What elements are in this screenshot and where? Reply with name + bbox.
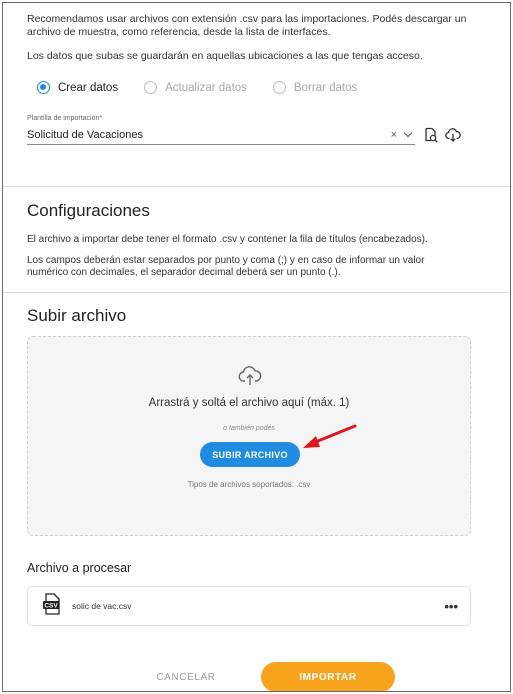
file-list-item: CSV solic de vac.csv ••• [27,586,471,626]
clear-icon[interactable]: × [391,129,397,141]
radio-label: Borrar datos [293,81,358,94]
search-document-icon[interactable] [423,127,439,148]
import-dialog: Recomendamos usar archivos con extensión… [2,2,511,692]
more-options-icon[interactable]: ••• [444,599,458,614]
cloud-upload-icon [238,365,262,392]
radio-crear-datos[interactable]: Crear datos [37,81,118,94]
radio-unselected-icon[interactable] [272,81,286,94]
csv-file-icon: CSV [42,592,62,620]
radio-borrar-datos[interactable]: Borrar datos [272,81,358,94]
upload-file-button[interactable]: SUBIR ARCHIVO [200,442,300,467]
radio-unselected-icon[interactable] [144,81,158,94]
radio-selected-icon[interactable] [37,81,50,94]
supported-types-text: Tipos de archivos soportados: .csv [187,480,311,489]
mode-radio-group: Crear datos Actualizar datos Borrar dato… [37,81,383,94]
cancel-button[interactable]: CANCELAR [131,664,241,690]
template-select-value: Solicitud de Vacaciones [27,128,143,141]
template-select[interactable]: Solicitud de Vacaciones × [27,125,415,145]
file-name: solic de vac.csv [72,601,132,611]
template-field-label: Plantilla de importación* [27,115,103,122]
intro-access-note: Los datos que subas se guardarán en aque… [27,50,423,62]
config-title: Configuraciones [27,201,150,220]
dropzone-instructions: Arrastrá y soltá el archivo aquí (máx. 1… [148,397,350,409]
csv-badge: CSV [44,602,58,609]
config-format-note: El archivo a importar debe tener el form… [27,234,428,245]
radio-label: Actualizar datos [165,81,247,94]
processing-title: Archivo a procesar [27,561,132,575]
file-dropzone[interactable]: Arrastrá y soltá el archivo aquí (máx. 1… [27,336,471,536]
dropzone-or-text: o también podés [223,425,275,432]
red-arrow-annotation-icon [299,423,359,458]
template-actions [423,127,461,148]
section-divider [3,186,510,187]
radio-actualizar-datos[interactable]: Actualizar datos [144,81,247,94]
radio-label: Crear datos [58,81,119,94]
cloud-download-icon[interactable] [445,127,461,148]
config-description: El archivo a importar debe tener el form… [27,234,467,280]
section-divider [3,292,510,293]
config-separator-note: Los campos deberán estar separados por p… [27,254,425,279]
intro-recommendation: Recomendamos usar archivos con extensión… [27,13,467,38]
import-button[interactable]: IMPORTAR [261,662,395,691]
intro-text: Recomendamos usar archivos con extensión… [27,13,487,63]
chevron-down-icon[interactable] [403,128,413,138]
upload-title: Subir archivo [27,306,127,325]
